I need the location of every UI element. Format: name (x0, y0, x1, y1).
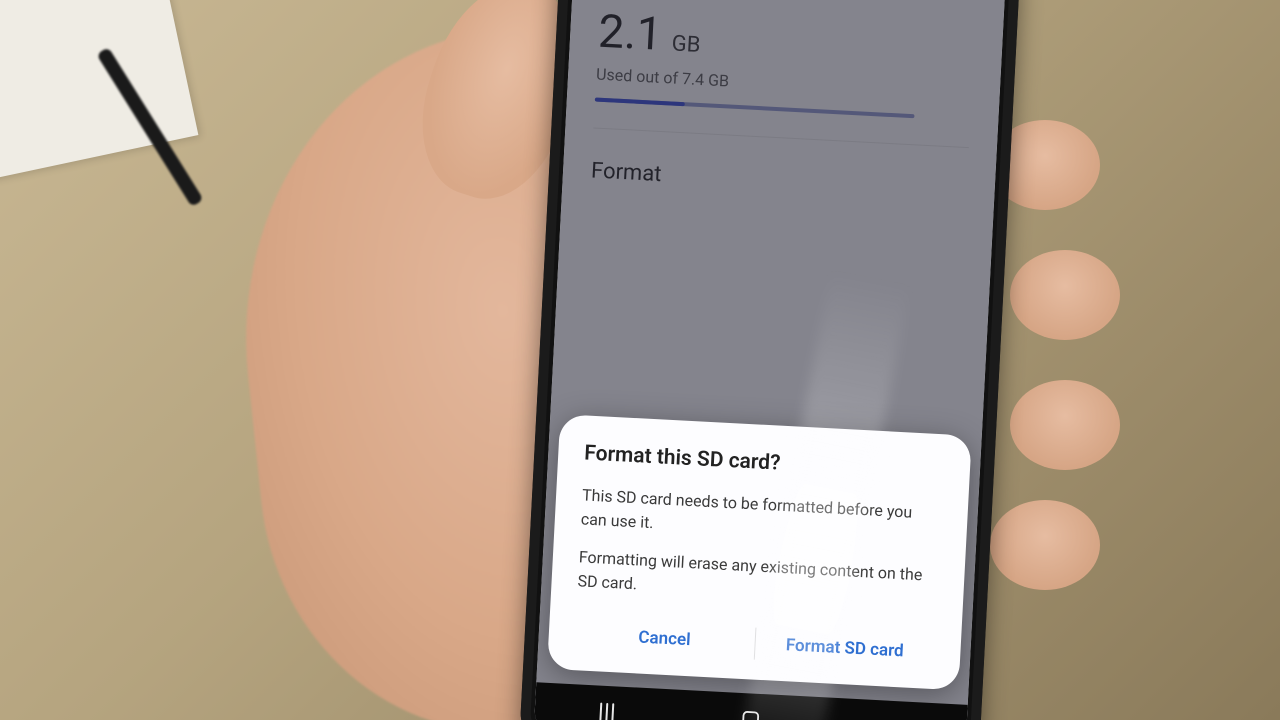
phone-frame: 2.1 GB Used out of 7.4 GB Format Format … (519, 0, 1021, 720)
dialog-title: Format this SD card? (584, 441, 945, 484)
format-sd-card-button[interactable]: Format SD card (754, 618, 936, 679)
dialog-actions: Cancel Format SD card (573, 607, 935, 679)
dialog-body-line-1: This SD card needs to be formatted befor… (580, 483, 942, 550)
finger (1010, 380, 1120, 470)
format-confirm-dialog: Format this SD card? This SD card needs … (547, 414, 972, 690)
dialog-body-line-2: Formatting will erase any existing conte… (577, 545, 939, 612)
home-button[interactable] (720, 698, 782, 720)
finger (1010, 250, 1120, 340)
phone-screen: 2.1 GB Used out of 7.4 GB Format Format … (534, 0, 1007, 720)
recents-button[interactable] (576, 690, 638, 720)
back-icon (883, 715, 906, 720)
cancel-button[interactable]: Cancel (573, 608, 755, 669)
home-icon (739, 708, 762, 720)
finger (990, 500, 1100, 590)
recents-icon (599, 703, 614, 720)
back-button[interactable] (863, 705, 925, 720)
